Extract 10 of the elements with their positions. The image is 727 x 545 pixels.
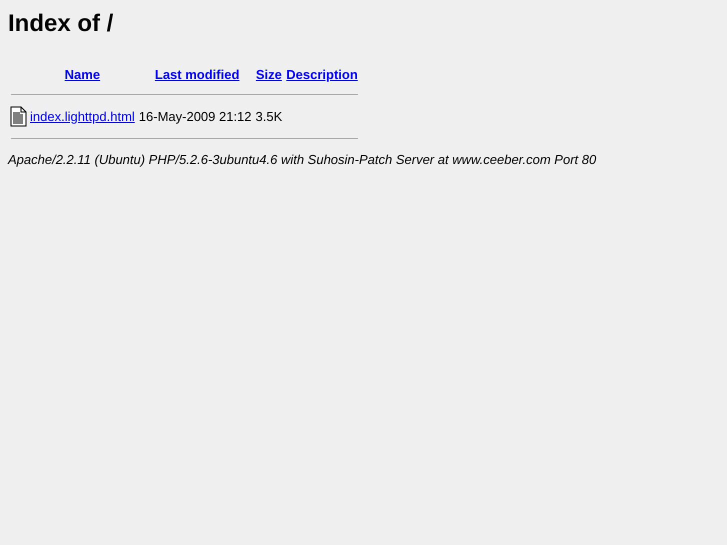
file-link[interactable]: index.lighttpd.html [30,109,135,124]
column-header-link[interactable]: Size [256,67,282,82]
page-title: Index of / [8,9,114,39]
column-header-link[interactable]: Last modified [154,67,240,82]
column-header-link[interactable]: Description [286,67,358,82]
document-icon [10,106,27,127]
file-size: 3.5K [254,108,284,126]
server-signature: Apache/2.2.11 (Ubuntu) PHP/5.2.6-3ubuntu4.6 with Suhosin-Patch Server at www.ceeber.com Port 80 [8,152,596,167]
column-header-link[interactable]: Name [64,67,100,82]
modified-date: 16-May-2009 21:12 [138,108,253,126]
